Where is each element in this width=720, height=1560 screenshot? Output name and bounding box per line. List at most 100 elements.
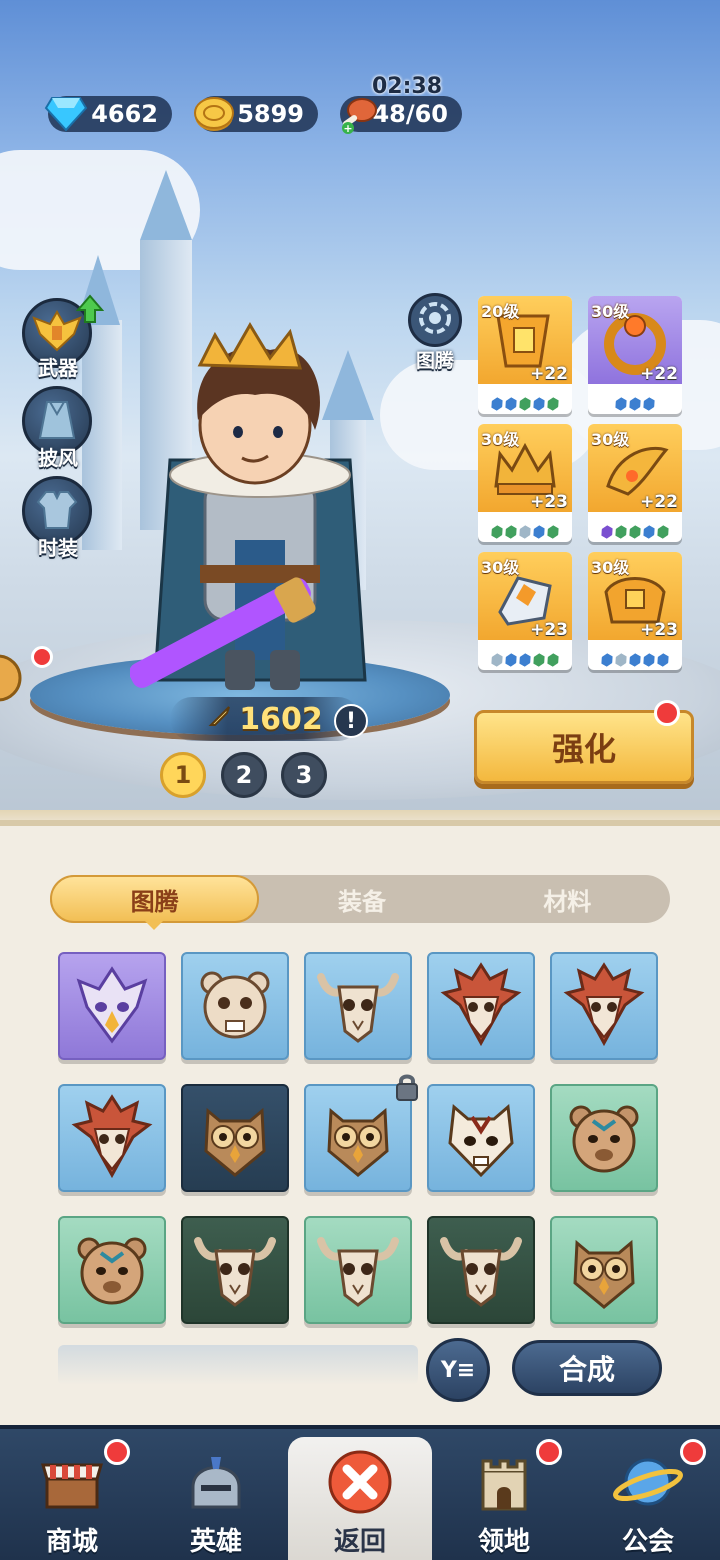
bottom-navigation: 商城 英雄 返回 领地 公会 xyxy=(0,1425,720,1560)
totem-label: 图腾 xyxy=(415,350,454,372)
stamina-counter[interactable]: + 48/60 xyxy=(340,96,462,135)
meat-icon: + xyxy=(334,90,382,138)
gem-socket-icon xyxy=(613,396,629,412)
totem-item-cell[interactable] xyxy=(181,1216,289,1324)
shop-icon xyxy=(37,1447,107,1517)
equipment-enhance-level: +23 xyxy=(640,620,678,640)
filter-button[interactable]: Y≡ xyxy=(426,1338,490,1402)
totem-item-cell[interactable] xyxy=(550,952,658,1060)
totem-item-cell[interactable] xyxy=(427,952,535,1060)
bull-skull-icon xyxy=(436,1223,526,1317)
gem-socket-icon xyxy=(641,524,657,540)
gem-sockets xyxy=(478,526,572,538)
owl-mask-icon xyxy=(559,1223,649,1317)
gem-sockets xyxy=(588,654,682,666)
close-icon xyxy=(325,1447,395,1517)
equipment-level: 30级 xyxy=(591,558,630,577)
costume-label: 时装 xyxy=(38,536,78,560)
gem-socket-icon xyxy=(545,524,561,540)
eagle-skull-icon xyxy=(559,959,649,1053)
nav-back[interactable]: 返回 xyxy=(288,1437,432,1560)
equipment-slot[interactable]: 30级 +22 xyxy=(588,424,682,542)
equipment-slot[interactable]: 30级 +23 xyxy=(478,424,572,542)
equipment-enhance-level: +22 xyxy=(640,364,678,384)
equipment-level: 30级 xyxy=(481,558,520,577)
tab-equipment[interactable]: 装备 xyxy=(259,875,464,923)
planet-icon xyxy=(613,1447,683,1517)
helmet-icon xyxy=(181,1447,251,1517)
merge-button[interactable]: 合成 xyxy=(512,1340,662,1396)
grid-fade-row xyxy=(58,1345,418,1385)
gem-socket-icon xyxy=(545,652,561,668)
equipment-slot[interactable]: 20级 +22 xyxy=(478,296,572,414)
nav-shop[interactable]: 商城 xyxy=(0,1429,144,1560)
totem-item-cell[interactable] xyxy=(550,1084,658,1192)
owl-mask-icon xyxy=(190,1091,280,1185)
equipment-level: 30级 xyxy=(591,430,630,449)
castle-icon xyxy=(469,1447,539,1517)
nav-territory[interactable]: 领地 xyxy=(432,1429,576,1560)
gem-socket-icon xyxy=(489,396,505,412)
equipment-slot[interactable]: 30级 +23 xyxy=(588,552,682,670)
filter-icon: Y≡ xyxy=(440,1357,476,1383)
nav-label: 商城 xyxy=(45,1527,98,1557)
gems-value: 4662 xyxy=(91,100,158,128)
gem-socket-icon xyxy=(531,652,547,668)
notification-dot xyxy=(654,700,680,726)
bear-mask-icon xyxy=(67,1223,157,1317)
eagle-mask-icon xyxy=(67,959,157,1053)
tiger-skull-icon xyxy=(436,1091,526,1185)
equipment-enhance-level: +23 xyxy=(530,492,568,512)
gem-socket-icon xyxy=(503,396,519,412)
totem-item-cell[interactable] xyxy=(427,1084,535,1192)
totem-item-cell[interactable] xyxy=(181,952,289,1060)
totem-item-cell[interactable] xyxy=(304,1074,418,1192)
totem-item-cell[interactable] xyxy=(427,1216,535,1324)
gem-socket-icon xyxy=(503,524,519,540)
totem-item-cell[interactable] xyxy=(304,1216,412,1324)
bull-skull-icon xyxy=(313,959,403,1053)
combat-power: 1602 xyxy=(170,697,360,741)
gem-socket-icon xyxy=(655,652,671,668)
gold-counter[interactable]: 5899 xyxy=(194,96,318,132)
preset-page-3[interactable]: 3 xyxy=(281,752,327,798)
diamond-icon xyxy=(42,90,90,138)
cloak-icon xyxy=(32,394,82,448)
power-info-button[interactable]: ! xyxy=(334,704,368,738)
lock-icon xyxy=(394,1072,420,1102)
gold-coin-icon xyxy=(190,90,238,138)
svg-text:+: + xyxy=(343,122,352,135)
tab-materials[interactable]: 材料 xyxy=(465,875,670,923)
preset-page-1[interactable]: 1 xyxy=(160,752,206,798)
gem-socket-icon xyxy=(503,652,519,668)
totem-item-cell[interactable] xyxy=(304,952,412,1060)
hero-character[interactable] xyxy=(129,320,390,700)
gem-socket-icon xyxy=(599,524,615,540)
totem-item-cell[interactable] xyxy=(58,1084,166,1192)
totem-item-cell[interactable] xyxy=(550,1216,658,1324)
combat-power-value: 1602 xyxy=(239,701,323,737)
eagle-skull-icon xyxy=(67,1091,157,1185)
equipment-slot[interactable]: 30级 +23 xyxy=(478,552,572,670)
gem-socket-icon xyxy=(613,524,629,540)
nav-guild[interactable]: 公会 xyxy=(576,1429,720,1560)
equipment-level: 30级 xyxy=(481,430,520,449)
gem-socket-icon xyxy=(641,652,657,668)
gems-counter[interactable]: 4662 xyxy=(44,96,172,132)
cloak-label: 披风 xyxy=(38,446,78,470)
castle-roof xyxy=(140,170,192,240)
totem-item-cell[interactable] xyxy=(58,1216,166,1324)
gem-socket-icon xyxy=(627,652,643,668)
stamina-value: 48/60 xyxy=(372,100,448,128)
equipment-slot[interactable]: 30级 +22 xyxy=(588,296,682,414)
totem-grid xyxy=(58,952,662,1324)
totem-item-cell[interactable] xyxy=(58,952,166,1060)
totem-button[interactable] xyxy=(408,293,462,347)
preset-page-2[interactable]: 2 xyxy=(221,752,267,798)
nav-heroes[interactable]: 英雄 xyxy=(144,1429,288,1560)
adjacent-hero-icon[interactable] xyxy=(0,648,24,718)
totem-item-cell[interactable] xyxy=(181,1084,289,1192)
tab-totem[interactable]: 图腾 xyxy=(50,875,260,923)
gem-socket-icon xyxy=(627,524,643,540)
gem-socket-icon xyxy=(545,396,561,412)
